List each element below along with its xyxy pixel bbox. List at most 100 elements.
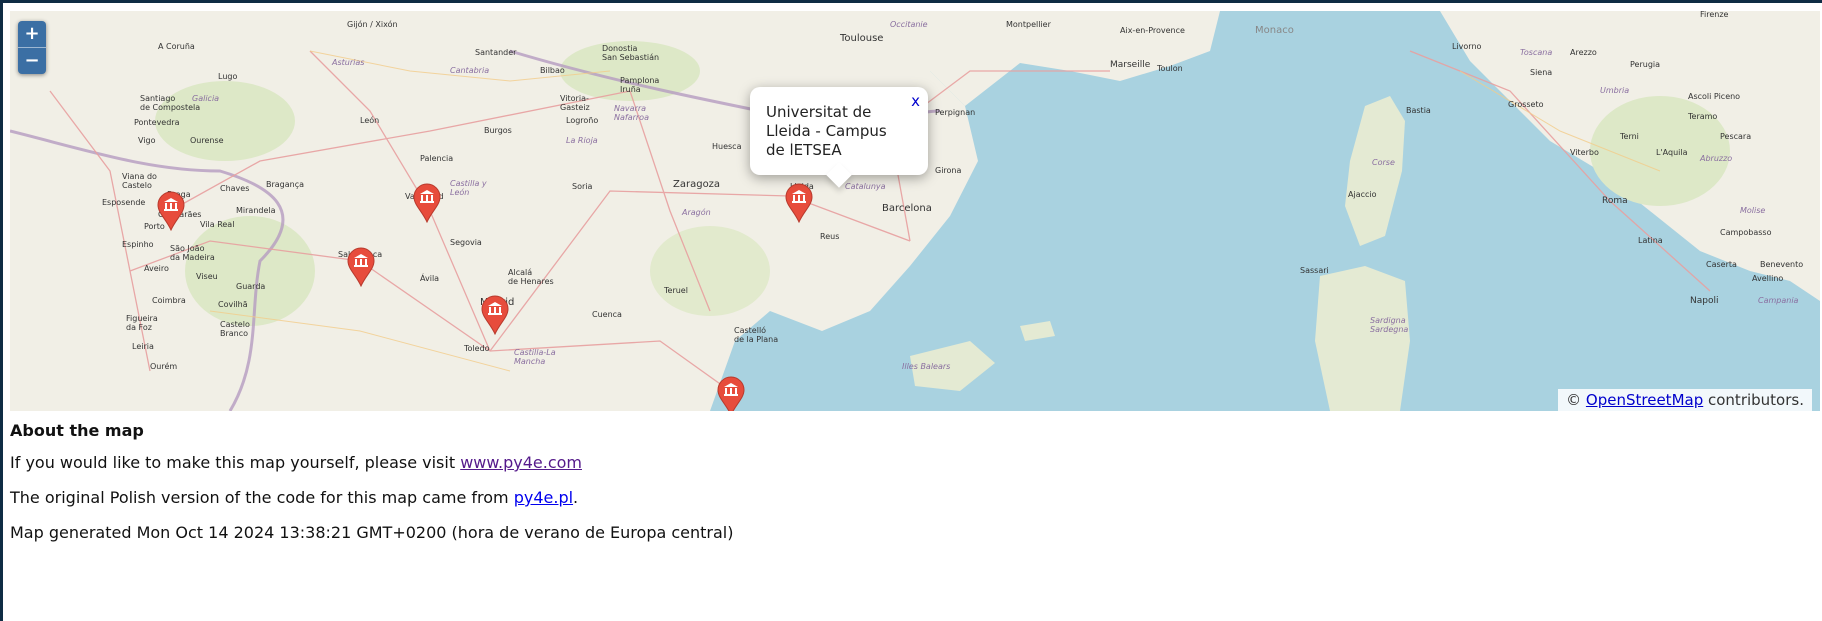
place-label: Ourém <box>150 361 177 371</box>
place-label: Grosseto <box>1508 100 1544 109</box>
place-label: Avellino <box>1752 274 1783 283</box>
place-label: Molise <box>1740 206 1765 215</box>
place-label: Gijón / Xixón <box>347 19 398 29</box>
place-label: Aveiro <box>144 264 169 273</box>
place-label: Montpellier <box>1006 20 1052 29</box>
place-label: Santander <box>475 48 517 57</box>
map-marker[interactable] <box>716 376 746 411</box>
place-label: Siena <box>1530 68 1552 77</box>
sardinia-land <box>1315 266 1410 411</box>
place-label: Pescara <box>1720 132 1751 141</box>
corsica-land <box>1345 96 1405 246</box>
place-label: Toscana <box>1520 48 1552 57</box>
map-tiles: Gijón / Xixón Santander Bilbao Donostia S… <box>10 11 1820 411</box>
place-label: Leiria <box>132 342 154 351</box>
place-label: Lugo <box>218 72 237 81</box>
about-line-2: The original Polish version of the code … <box>10 486 1710 510</box>
place-label: Perugia <box>1630 60 1660 69</box>
place-label: León <box>360 115 379 125</box>
openstreetmap-link[interactable]: OpenStreetMap <box>1586 391 1703 409</box>
place-label: Viana do Castelo <box>122 172 157 190</box>
zoom-out-button[interactable]: − <box>18 48 46 74</box>
place-label: Esposende <box>102 198 145 207</box>
map-attribution: © OpenStreetMap contributors. <box>1558 389 1812 411</box>
place-label: Huesca <box>712 142 742 151</box>
map-viewport[interactable]: Gijón / Xixón Santander Bilbao Donostia S… <box>10 11 1820 411</box>
place-label: Marseille <box>1110 60 1151 70</box>
place-label: Perpignan <box>935 108 975 117</box>
place-label: Viseu <box>196 272 218 281</box>
place-label: Campobasso <box>1720 228 1772 237</box>
place-label: Umbria <box>1600 86 1629 95</box>
place-label: Bilbao <box>540 66 565 75</box>
place-label: Asturias <box>331 58 364 67</box>
py4e-pl-link[interactable]: py4e.pl <box>514 488 573 507</box>
place-label: Ascoli Piceno <box>1688 92 1740 101</box>
zoom-in-button[interactable]: + <box>18 21 46 48</box>
place-label: Ajaccio <box>1348 190 1377 199</box>
place-label: Viterbo <box>1570 148 1599 157</box>
place-label: Campania <box>1758 296 1799 305</box>
place-label: Zaragoza <box>673 179 720 190</box>
place-label: Aix-en-Provence <box>1120 26 1185 35</box>
place-label: Cantabria <box>450 66 489 75</box>
attribution-prefix: © <box>1566 391 1586 409</box>
place-label: Aragón <box>681 207 711 217</box>
zoom-control: + − <box>18 21 46 74</box>
place-label: Toulon <box>1156 64 1183 73</box>
place-label: Navarra Nafarroa <box>614 104 649 122</box>
place-label: Reus <box>820 232 839 241</box>
about-line-1-text: If you would like to make this map yours… <box>10 453 461 472</box>
place-label: Palencia <box>420 154 453 163</box>
place-label: Teruel <box>663 286 688 295</box>
attribution-suffix: contributors. <box>1703 391 1804 409</box>
place-label: Espinho <box>122 240 154 249</box>
menorca-land <box>1020 321 1055 341</box>
place-label: Pontevedra <box>134 118 180 127</box>
about-heading: About the map <box>10 421 144 440</box>
place-label: Girona <box>935 166 962 175</box>
place-label: Arezzo <box>1570 48 1597 57</box>
place-label: Catalunya <box>845 182 886 191</box>
place-label: Toledo <box>463 344 490 353</box>
place-label: Vila Real <box>200 220 234 229</box>
map-marker[interactable] <box>784 183 814 224</box>
place-label: Cuenca <box>592 310 622 319</box>
place-label: A Coruña <box>158 42 195 51</box>
about-line-1: If you would like to make this map yours… <box>10 451 1710 475</box>
place-label: Corse <box>1372 158 1395 167</box>
place-label: Ourense <box>190 136 224 145</box>
map-marker[interactable] <box>412 183 442 224</box>
popup-content: Universitat de Lleida - Campus de lETSEA <box>766 103 887 159</box>
map-marker[interactable] <box>480 295 510 336</box>
place-label: Barcelona <box>882 203 932 214</box>
place-label: Soria <box>572 182 592 191</box>
place-label: Segovia <box>450 238 482 247</box>
place-label: Vitoria-Gasteiz <box>560 94 590 112</box>
place-label: Chaves <box>220 184 249 193</box>
place-label: L'Aquila <box>1656 148 1688 157</box>
popup-close-button[interactable]: x <box>911 92 920 110</box>
place-label: Bastia <box>1406 106 1431 115</box>
place-label: Illes Balears <box>902 362 950 371</box>
place-label: Sassari <box>1300 266 1329 275</box>
py4e-com-link[interactable]: www.py4e.com <box>460 453 582 472</box>
place-label: Benevento <box>1760 260 1803 269</box>
about-section: About the map If you would like to make … <box>10 419 1710 556</box>
place-label: Bragança <box>266 180 304 189</box>
map-marker[interactable] <box>156 191 186 232</box>
place-label: Livorno <box>1452 42 1482 51</box>
place-label: Guarda <box>236 282 265 291</box>
place-label: Logroño <box>566 116 598 125</box>
place-label: Latina <box>1638 236 1663 245</box>
place-label: Napoli <box>1690 296 1718 306</box>
place-label: Castelló de la Plana <box>734 325 778 344</box>
map-marker[interactable] <box>346 247 376 288</box>
place-label: Teramo <box>1687 112 1717 121</box>
place-label: Terni <box>1619 132 1639 141</box>
place-label: Castelo Branco <box>220 320 250 338</box>
place-label: Toulouse <box>839 33 883 44</box>
place-label: Roma <box>1602 196 1628 206</box>
about-line-2-text: The original Polish version of the code … <box>10 488 514 507</box>
place-label: Abruzzo <box>1699 154 1732 163</box>
